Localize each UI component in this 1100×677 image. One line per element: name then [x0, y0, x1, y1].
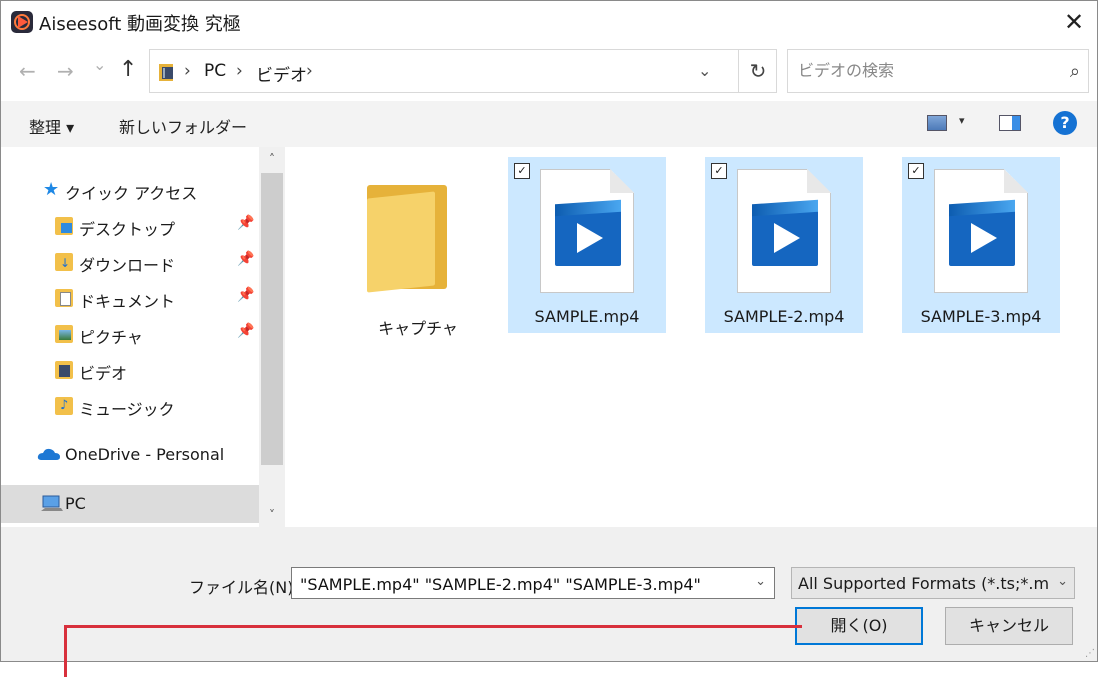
file-item-sample-3[interactable]: ✓ SAMPLE-3.mp4 — [902, 157, 1060, 333]
navigation-row: ← → ⌄ ↑ › PC › ビデオ › ⌄ ↻ ⌕ — [1, 49, 1097, 95]
title-bar: Aiseesoft 動画変換 究極 ✕ — [1, 1, 1097, 43]
pin-icon[interactable]: 📌 — [237, 215, 254, 231]
music-folder-icon: ♪ — [55, 397, 73, 415]
annotation-line — [64, 625, 802, 628]
close-button[interactable]: ✕ — [1051, 1, 1097, 43]
back-arrow-icon[interactable]: ← — [19, 59, 36, 83]
sidebar-item-label: ビデオ — [79, 364, 128, 383]
sidebar-item-quick-access[interactable]: ★ クイック アクセス — [1, 173, 259, 207]
view-dropdown-icon[interactable]: ▾ — [959, 114, 965, 127]
selection-checkbox[interactable]: ✓ — [514, 163, 530, 179]
video-file-icon — [737, 169, 831, 293]
forward-arrow-icon[interactable]: → — [57, 59, 74, 83]
sidebar-item-documents[interactable]: ドキュメント 📌 — [1, 281, 259, 315]
file-name: SAMPLE-3.mp4 — [920, 307, 1042, 326]
resize-grip-icon[interactable]: ⋰ — [1085, 648, 1095, 659]
video-file-icon — [540, 169, 634, 293]
video-folder-icon — [158, 62, 176, 82]
annotation-line — [64, 625, 67, 677]
file-type-dropdown-icon[interactable]: ⌄ — [1057, 574, 1068, 589]
file-name: SAMPLE-2.mp4 — [723, 307, 845, 326]
help-icon[interactable]: ? — [1053, 111, 1077, 135]
download-folder-icon: ↓ — [55, 253, 73, 271]
sidebar-item-desktop[interactable]: デスクトップ 📌 — [1, 209, 259, 243]
toolbar: 整理 ▾ 新しいフォルダー ▾ ? — [1, 101, 1097, 147]
sidebar-item-label: PC — [65, 494, 86, 513]
file-name: キャプチャ — [378, 319, 458, 338]
breadcrumb-separator: › — [184, 61, 191, 81]
pin-icon[interactable]: 📌 — [237, 287, 254, 303]
preview-pane-icon[interactable] — [999, 115, 1021, 131]
scroll-thumb[interactable] — [261, 173, 283, 465]
file-type-select[interactable]: All Supported Formats (*.ts;*.mts ⌄ — [791, 567, 1075, 599]
sidebar-item-downloads[interactable]: ↓ ダウンロード 📌 — [1, 245, 259, 279]
breadcrumb-pc[interactable]: PC — [204, 61, 226, 81]
sidebar-item-label: ドキュメント — [79, 292, 176, 311]
sidebar-item-label: OneDrive - Personal — [65, 445, 225, 464]
breadcrumb-videos[interactable]: ビデオ — [256, 61, 307, 86]
cloud-icon — [37, 446, 61, 460]
address-dropdown-icon[interactable]: ⌄ — [698, 61, 711, 80]
search-box: ⌕ — [787, 49, 1089, 93]
sidebar-item-onedrive[interactable]: OneDrive - Personal — [1, 438, 259, 472]
filename-dropdown-icon[interactable]: ⌄ — [755, 574, 766, 589]
address-bar[interactable]: › PC › ビデオ › ⌄ ↻ — [149, 49, 777, 93]
organize-button[interactable]: 整理 ▾ — [29, 114, 74, 138]
breadcrumb-separator: › — [306, 61, 313, 81]
window-title: Aiseesoft 動画変換 究極 — [39, 14, 241, 35]
open-button[interactable]: 開く(O) — [795, 607, 923, 645]
video-folder-icon — [55, 361, 73, 379]
sidebar-item-label: ピクチャ — [79, 328, 143, 347]
change-view-icon[interactable] — [927, 115, 947, 131]
pc-icon — [41, 495, 63, 513]
selection-checkbox[interactable]: ✓ — [711, 163, 727, 179]
refresh-button[interactable]: ↻ — [738, 50, 777, 92]
filename-combobox[interactable]: ⌄ — [291, 567, 775, 599]
file-item-sample-2[interactable]: ✓ SAMPLE-2.mp4 — [705, 157, 863, 333]
file-list: キャプチャ ✓ SAMPLE.mp4 ✓ SAMPLE-2.mp4 ✓ SAMP… — [287, 147, 1097, 527]
sidebar-item-label: デスクトップ — [79, 220, 176, 239]
document-folder-icon — [55, 289, 73, 307]
nav-scrollbar[interactable]: ˄ ˅ — [259, 147, 285, 527]
pin-icon[interactable]: 📌 — [237, 251, 254, 267]
cancel-button[interactable]: キャンセル — [945, 607, 1073, 645]
filename-label: ファイル名(N): — [189, 578, 299, 597]
file-item-sample[interactable]: ✓ SAMPLE.mp4 — [508, 157, 666, 333]
search-icon[interactable]: ⌕ — [1070, 61, 1080, 82]
selection-checkbox[interactable]: ✓ — [908, 163, 924, 179]
desktop-folder-icon — [55, 217, 73, 235]
sidebar-item-music[interactable]: ♪ ミュージック — [1, 389, 259, 423]
sidebar-item-pictures[interactable]: ピクチャ 📌 — [1, 317, 259, 351]
sidebar-item-label: ミュージック — [79, 400, 175, 419]
file-type-value: All Supported Formats (*.ts;*.mts — [798, 574, 1048, 593]
up-arrow-icon[interactable]: ↑ — [119, 57, 137, 82]
open-file-dialog: Aiseesoft 動画変換 究極 ✕ ← → ⌄ ↑ › PC › ビデオ ›… — [0, 0, 1098, 662]
pin-icon[interactable]: 📌 — [237, 323, 254, 339]
app-logo-icon — [11, 11, 33, 33]
scroll-up-icon[interactable]: ˄ — [259, 147, 285, 171]
picture-folder-icon — [55, 325, 73, 343]
bottom-panel: ファイル名(N): ⌄ All Supported Formats (*.ts;… — [1, 527, 1097, 661]
scroll-down-icon[interactable]: ˅ — [259, 503, 285, 527]
breadcrumb-separator: › — [236, 61, 243, 81]
file-name: SAMPLE.mp4 — [534, 307, 640, 326]
sidebar-item-label: ダウンロード — [79, 256, 176, 275]
folder-item-capture[interactable]: キャプチャ — [313, 157, 513, 338]
star-icon: ★ — [43, 179, 60, 200]
sidebar-item-pc[interactable]: PC — [1, 485, 259, 523]
folder-icon — [367, 185, 451, 293]
navigation-pane: ★ クイック アクセス デスクトップ 📌 ↓ ダウンロード 📌 ドキュメント 📌… — [1, 147, 287, 527]
filename-input[interactable] — [298, 574, 742, 595]
recent-locations-icon[interactable]: ⌄ — [93, 55, 106, 74]
video-file-icon — [934, 169, 1028, 293]
search-input[interactable] — [796, 60, 1050, 81]
new-folder-button[interactable]: 新しいフォルダー — [119, 114, 247, 138]
sidebar-item-videos[interactable]: ビデオ — [1, 353, 259, 387]
sidebar-item-label: クイック アクセス — [65, 184, 198, 203]
